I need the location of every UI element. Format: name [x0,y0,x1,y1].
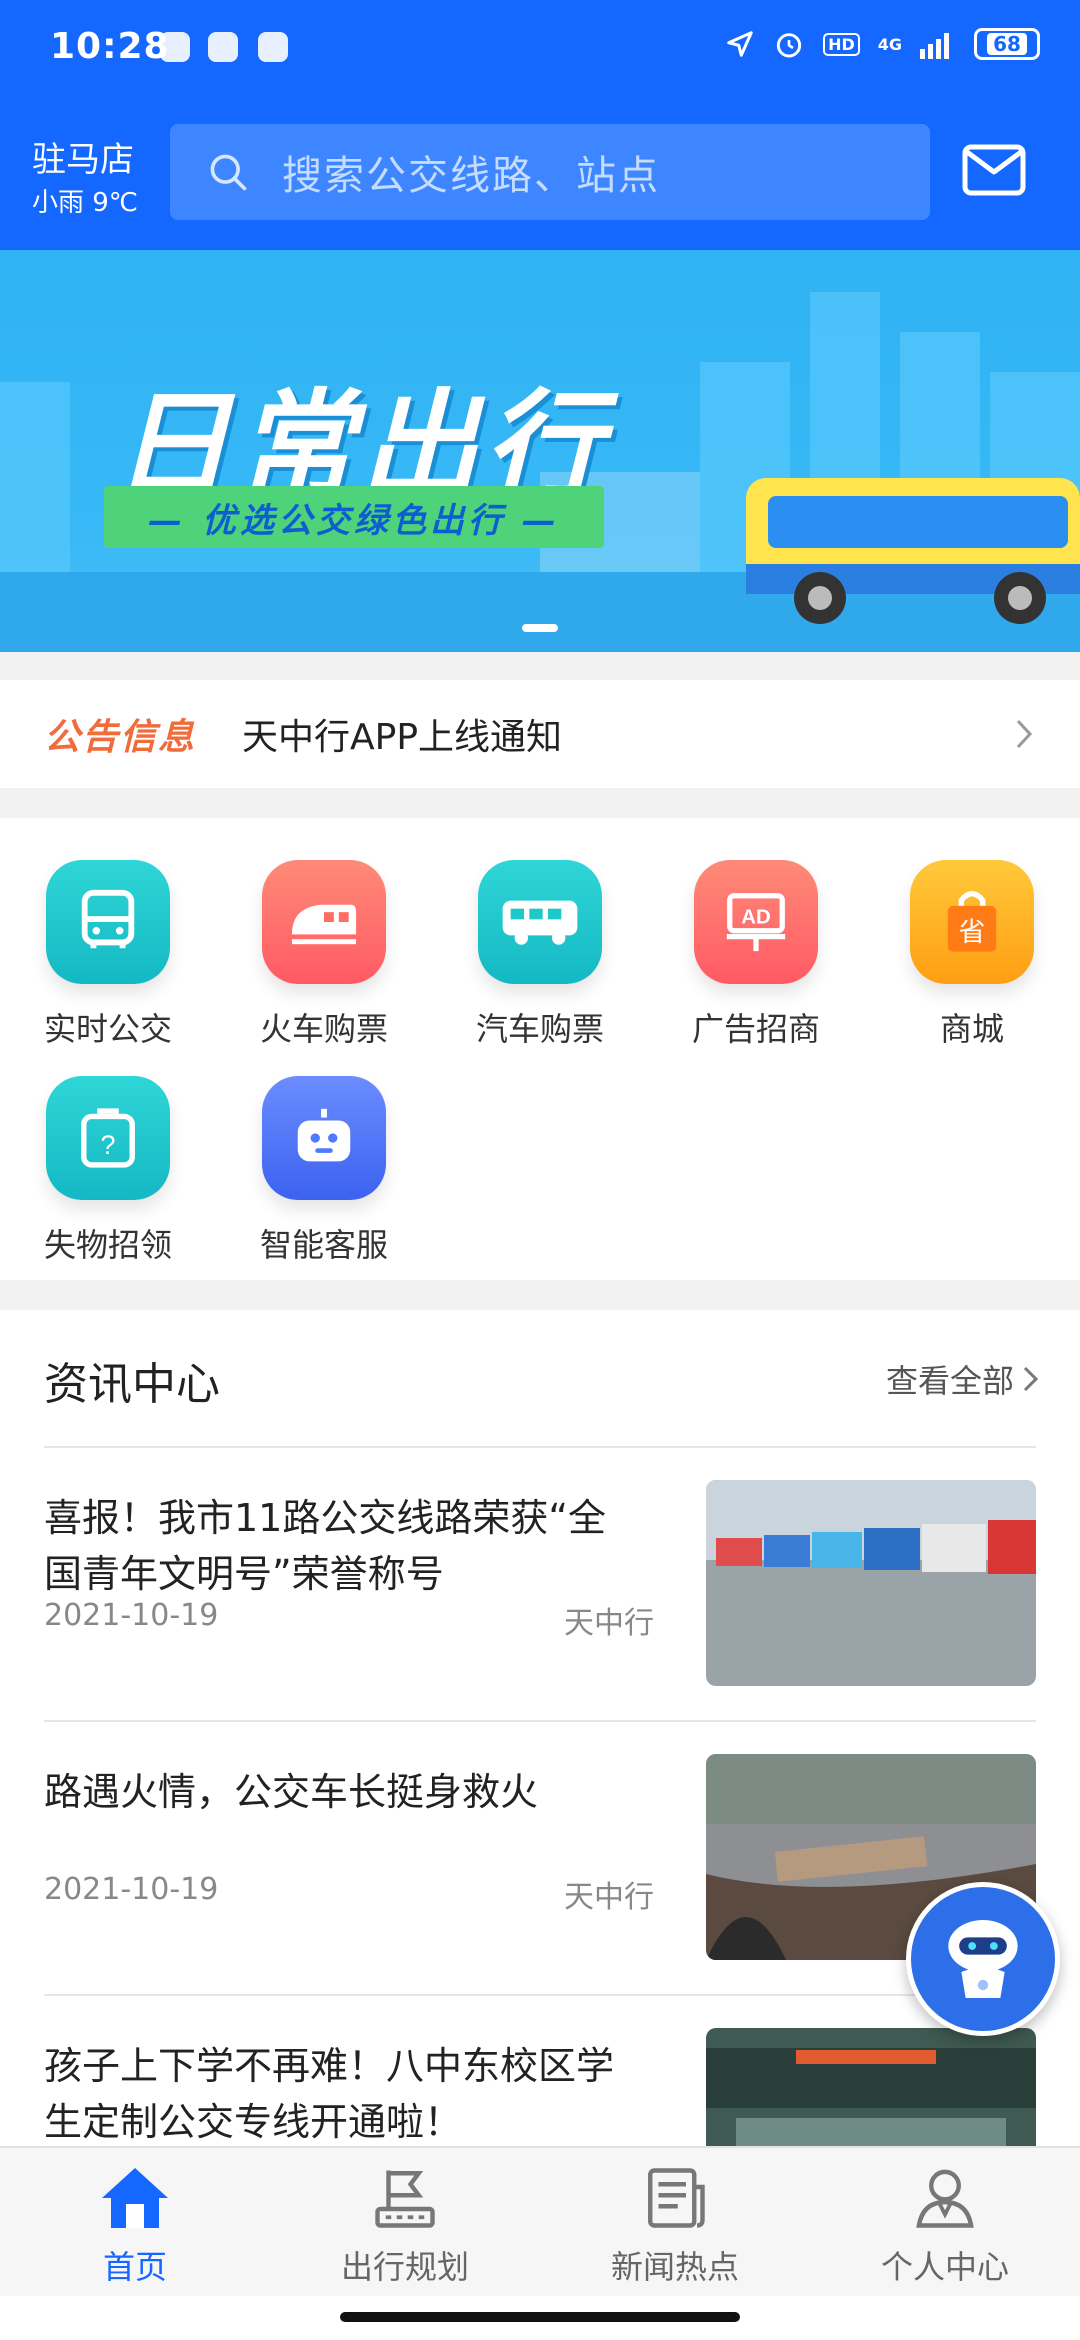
newspaper-icon [639,2162,711,2234]
notice-tag: 公告信息 [44,717,197,758]
chevron-right-icon [1016,719,1033,749]
robot-icon [262,1076,386,1200]
news-item-source: 天中行 [564,1880,654,1915]
service-grid: 实时公交 火车购票 汽车购票 AD 广告招商 省 商城 ? 失物招领 智能客服 [0,818,1080,1280]
service-train-ticket[interactable]: 火车购票 [216,838,432,1050]
service-mall[interactable]: 省 商城 [864,838,1080,1050]
notification-app-icon [160,32,190,62]
view-all-label: 查看全部 [885,1362,1014,1400]
tab-label: 出行规划 [340,2248,469,2286]
service-advertising[interactable]: AD 广告招商 [648,838,864,1050]
view-all-link[interactable]: 查看全部 [886,1356,1040,1402]
divider [44,1446,1036,1448]
bus-illustration [746,478,1080,624]
service-coach-ticket[interactable]: 汽车购票 [432,838,648,1050]
search-bar[interactable]: 搜索公交线路、站点 [170,124,930,220]
svg-text:?: ? [101,1130,116,1160]
news-center: 资讯中心 查看全部 喜报！我市11路公交线路荣获“全国青年文明号”荣誉称号 20… [0,1310,1080,2150]
carousel-indicator[interactable] [522,624,558,632]
service-label: 汽车购票 [475,1010,604,1048]
news-item[interactable]: 孩子上下学不再难！八中东校区学生定制公交专线开通啦！ [44,2008,1036,2150]
banner-subtitle: — 优选公交绿色出行 — [104,486,604,548]
news-item-date: 2021-10-19 [44,1872,219,1907]
news-item-date: 2021-10-19 [44,1598,219,1633]
service-smart-support[interactable]: 智能客服 [216,1054,432,1266]
tab-profile[interactable]: 个人中心 [810,2162,1080,2288]
coach-bus-icon [478,860,602,984]
news-item-source: 天中行 [564,1606,654,1641]
app-root: { "status_bar": { "time": "10:28", "netw… [0,0,1080,2340]
support-robot-button[interactable] [906,1882,1060,2036]
tab-news[interactable]: 新闻热点 [540,2162,810,2288]
user-icon [909,2162,981,2234]
news-thumbnail [706,1480,1036,1686]
tab-label: 新闻热点 [610,2248,739,2286]
battery-level: 68 [987,33,1027,55]
tab-trip-planning[interactable]: 出行规划 [270,2162,540,2288]
status-time: 10:28 [50,26,170,67]
service-label: 智能客服 [259,1226,388,1264]
bus-front-icon [46,860,170,984]
tab-home[interactable]: 首页 [0,2162,270,2288]
train-icon [262,860,386,984]
news-section-title: 资讯中心 [44,1359,220,1410]
news-item-title: 路遇火情，公交车长挺身救火 [44,1770,539,1814]
news-item[interactable]: 喜报！我市11路公交线路荣获“全国青年文明号”荣誉称号 2021-10-19 天… [44,1460,1036,1686]
service-label: 实时公交 [43,1010,172,1048]
luggage-question-icon: ? [46,1076,170,1200]
location-icon [727,31,753,57]
search-icon [198,142,258,202]
news-item[interactable]: 路遇火情，公交车长挺身救火 2021-10-19 天中行 [44,1734,1036,1960]
home-icon [99,2162,171,2234]
promo-banner[interactable]: 日常出行 — 优选公交绿色出行 — [0,250,1080,652]
hd-icon: HD [823,32,860,56]
network-type: 4G [877,34,902,54]
tab-label: 首页 [102,2248,167,2286]
svg-text:省: 省 [959,917,986,948]
mail-icon[interactable] [962,144,1026,196]
notice-text: 天中行APP上线通知 [242,717,563,758]
city-selector[interactable]: 驻马店 [32,132,134,181]
service-label: 失物招领 [43,1226,172,1264]
chevron-right-icon [1023,1366,1039,1392]
robot-icon [948,1920,1018,1998]
divider [44,1720,1036,1722]
alarm-icon [776,33,802,58]
news-item-title: 喜报！我市11路公交线路荣获“全国青年文明号”荣誉称号 [44,1496,607,1596]
service-label: 商城 [939,1010,1004,1048]
service-label: 广告招商 [691,1010,820,1048]
bottom-tab-bar: 首页 出行规划 新闻热点 个人中心 [0,2146,1080,2296]
home-indicator[interactable] [340,2312,740,2322]
notification-app-icon [208,32,238,62]
news-item-title: 孩子上下学不再难！八中东校区学生定制公交专线开通啦！ [44,2044,615,2144]
service-lost-found[interactable]: ? 失物招领 [0,1054,216,1266]
search-placeholder: 搜索公交线路、站点 [282,153,660,199]
tab-label: 个人中心 [880,2248,1009,2286]
svg-text:AD: AD [741,906,770,928]
status-icons: HD 4G 68 [725,28,1040,60]
signal-icon [920,33,949,59]
route-flag-icon [369,2162,441,2234]
service-label: 火车购票 [259,1010,388,1048]
status-bar: 10:28 HD 4G 68 [0,0,1080,100]
header: 10:28 HD 4G 68 驻马店 小雨 9℃ 搜索公交线路、站点 [0,0,1080,250]
news-thumbnail [706,2028,1036,2150]
banner-building [0,382,70,592]
weather-text: 小雨 9℃ [32,188,139,218]
notice-bar[interactable]: 公告信息 天中行APP上线通知 [0,680,1080,788]
divider [44,1994,1036,1996]
service-realtime-bus[interactable]: 实时公交 [0,838,216,1050]
notification-app-icon [258,32,288,62]
ad-board-icon: AD [694,860,818,984]
shopping-bag-icon: 省 [910,860,1034,984]
battery-icon: 68 [974,28,1040,60]
